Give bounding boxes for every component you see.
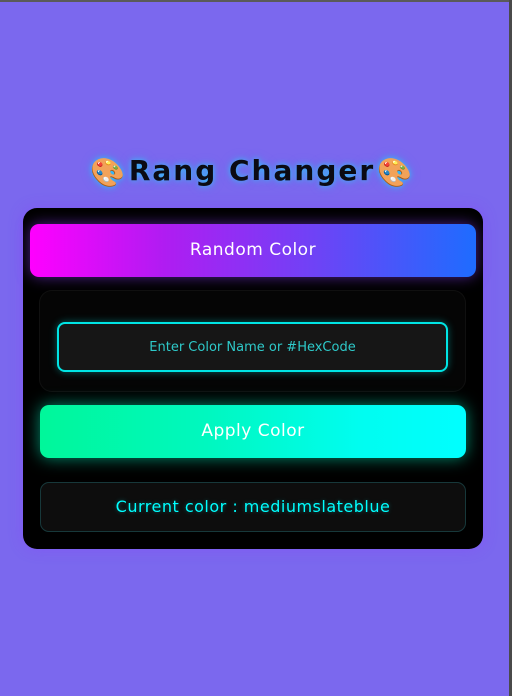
color-changer-card: Random Color Apply Color Current color :… — [23, 208, 483, 549]
color-input[interactable] — [57, 322, 448, 372]
palette-icon: 🎨 — [377, 155, 415, 189]
palette-icon: 🎨 — [89, 155, 127, 189]
current-color-display: Current color : mediumslateblue — [40, 482, 466, 532]
input-panel — [40, 291, 465, 391]
title-text: Rang Changer — [128, 154, 376, 187]
page-title: 🎨Rang Changer🎨 — [0, 154, 504, 189]
random-color-button[interactable]: Random Color — [30, 224, 476, 277]
window-top-border — [0, 0, 512, 2]
apply-color-button[interactable]: Apply Color — [40, 405, 466, 458]
